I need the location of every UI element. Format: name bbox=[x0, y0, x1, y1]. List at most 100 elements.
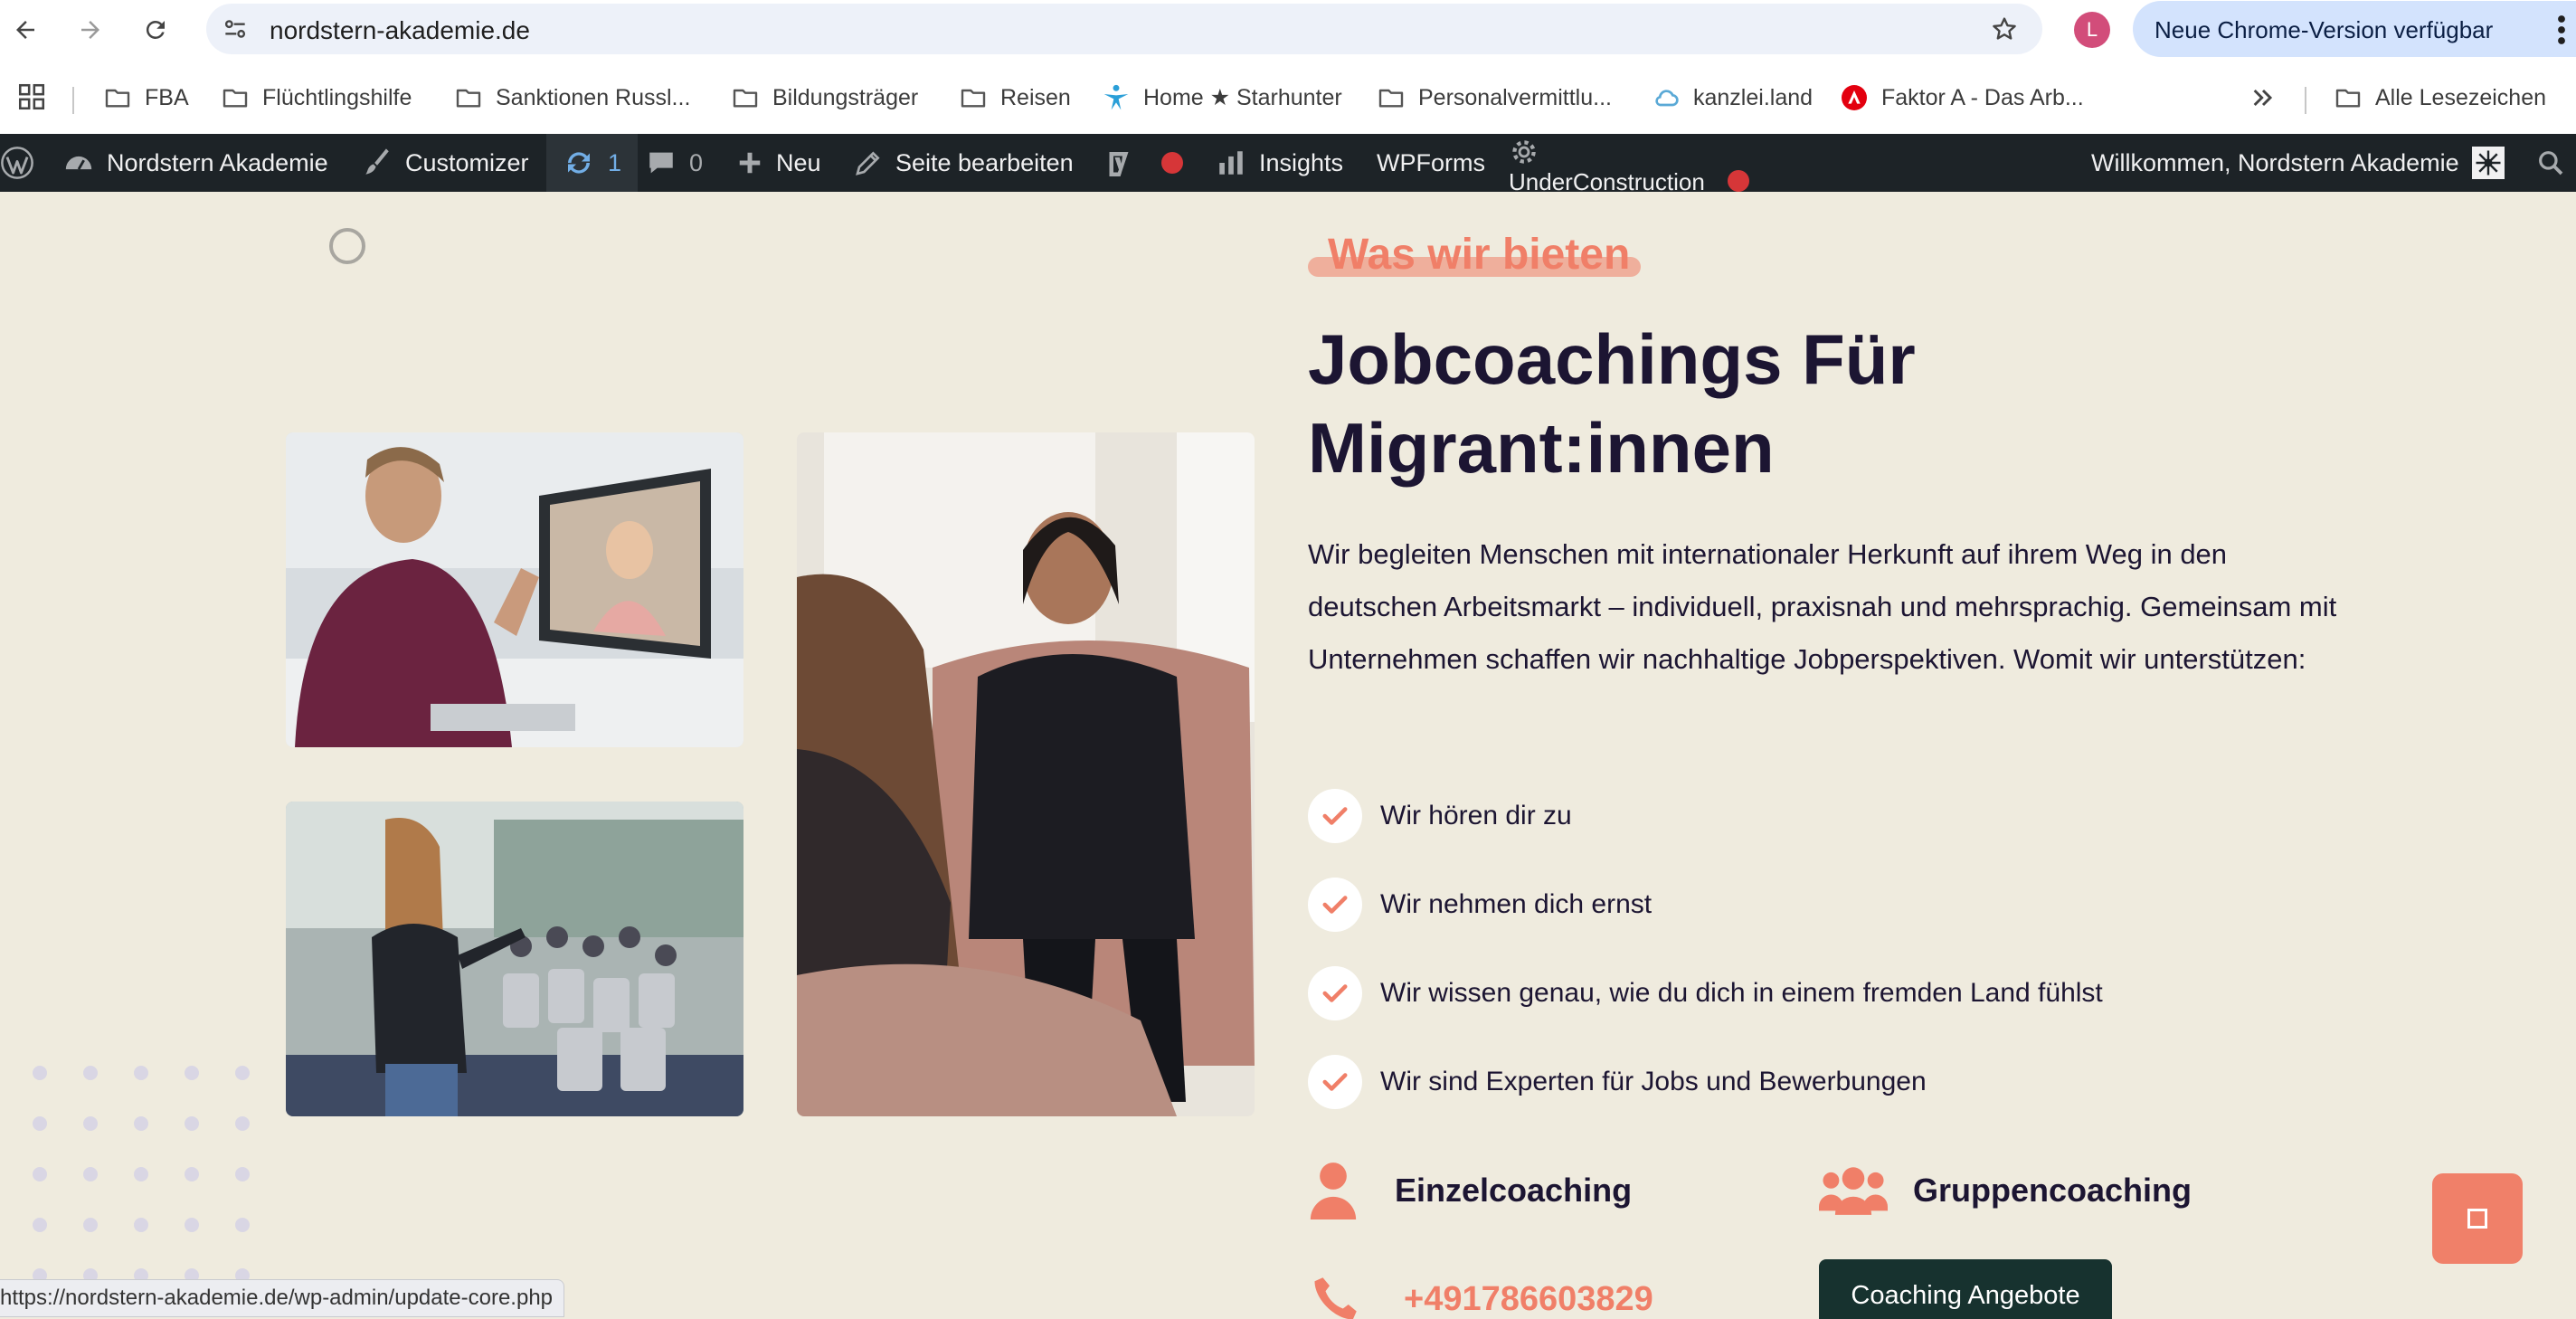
reload-icon bbox=[146, 20, 165, 39]
decorative-dot bbox=[185, 1167, 199, 1181]
decorative-dot bbox=[134, 1218, 148, 1232]
more-bookmarks-button[interactable] bbox=[2249, 80, 2278, 116]
phone-contact[interactable]: +491786603829 bbox=[1308, 1272, 1653, 1319]
starhunter-icon bbox=[1103, 84, 1129, 110]
bookmark-label: Bildungsträger bbox=[772, 84, 919, 110]
bookmark-sanktionen[interactable]: Sanktionen Russl... bbox=[454, 80, 690, 116]
edit-page-label: Seite bearbeiten bbox=[895, 148, 1074, 176]
coaching-angebote-button[interactable]: Coaching Angebote bbox=[1819, 1259, 2112, 1319]
wp-logo-menu[interactable] bbox=[0, 134, 34, 192]
checklist-item: Wir wissen genau, wie du dich in einem f… bbox=[1308, 966, 2103, 1020]
decorative-dot bbox=[235, 1167, 250, 1181]
checkmark-icon bbox=[1322, 807, 1348, 825]
bookmark-label: FBA bbox=[145, 84, 189, 110]
folder-icon bbox=[1378, 89, 1404, 108]
decorative-dot bbox=[83, 1167, 98, 1181]
arrow-left-icon bbox=[16, 21, 34, 39]
address-bar[interactable]: nordstern-akademie.de bbox=[206, 4, 2042, 54]
decorative-dot bbox=[235, 1066, 250, 1080]
photo-conversation bbox=[797, 432, 1255, 1116]
bookmark-fluechtlingshilfe[interactable]: Flüchtlingshilfe bbox=[221, 80, 412, 116]
apps-grid-icon[interactable] bbox=[16, 81, 47, 112]
double-chevron-right-icon bbox=[2253, 89, 2273, 107]
wp-account-menu[interactable]: Willkommen, Nordstern Akademie bbox=[2091, 134, 2505, 192]
check-badge bbox=[1308, 1055, 1362, 1109]
site-settings-icon[interactable] bbox=[221, 14, 250, 43]
cloud-icon bbox=[1655, 90, 1679, 107]
wp-search[interactable] bbox=[2525, 134, 2576, 192]
yoast-seo-menu[interactable] bbox=[1105, 134, 1183, 192]
wp-wpforms[interactable]: WPForms bbox=[1377, 134, 1485, 192]
bookmark-personalvermittlung[interactable]: Personalvermittlu... bbox=[1377, 80, 1612, 116]
folder-icon bbox=[733, 89, 758, 108]
wp-updates[interactable]: 1 bbox=[546, 134, 639, 192]
wp-site-name[interactable]: Nordstern Akademie bbox=[63, 134, 328, 192]
wp-edit-page[interactable]: Seite bearbeiten bbox=[854, 134, 1074, 192]
url-text[interactable]: nordstern-akademie.de bbox=[270, 16, 530, 45]
gear-icon bbox=[1512, 140, 1536, 164]
new-label: Neu bbox=[776, 148, 821, 176]
checkmark-icon bbox=[1322, 984, 1348, 1002]
decorative-dot bbox=[185, 1066, 199, 1080]
bookmark-label: Personalvermittlu... bbox=[1418, 84, 1612, 110]
folder-icon bbox=[223, 89, 248, 108]
bar-chart-icon bbox=[1219, 151, 1243, 175]
decorative-dot bbox=[134, 1167, 148, 1181]
insights-label: Insights bbox=[1259, 148, 1344, 176]
back-button[interactable] bbox=[7, 12, 43, 48]
wp-admin-bar: Nordstern Akademie Customizer 1 0 Neu Se… bbox=[0, 134, 2576, 195]
phone-number[interactable]: +491786603829 bbox=[1404, 1280, 1653, 1319]
all-bookmarks-button[interactable]: Alle Lesezeichen bbox=[2334, 80, 2546, 116]
arbeitsagentur-icon bbox=[1842, 85, 1867, 110]
decorative-dot bbox=[134, 1066, 148, 1080]
floating-action-button[interactable] bbox=[2432, 1173, 2523, 1264]
decorative-dot bbox=[134, 1116, 148, 1131]
user-avatar-icon bbox=[2471, 147, 2505, 179]
search-icon bbox=[2539, 151, 2563, 176]
update-arrows-icon bbox=[568, 152, 590, 174]
update-label: Neue Chrome-Version verfügbar bbox=[2155, 16, 2494, 43]
coaching-einzel: Einzelcoaching bbox=[1308, 1158, 1632, 1223]
bookmark-bildungstraeger[interactable]: Bildungsträger bbox=[731, 80, 918, 116]
bookmark-label: Reisen bbox=[1000, 84, 1071, 110]
wp-new-content[interactable]: Neu bbox=[736, 134, 821, 192]
browser-toolbar: nordstern-akademie.de L Neue Chrome-Vers… bbox=[0, 0, 2576, 60]
yoast-logo-icon bbox=[1109, 152, 1129, 176]
loading-spinner bbox=[329, 228, 365, 264]
decorative-dot bbox=[33, 1066, 47, 1080]
check-badge bbox=[1308, 789, 1362, 843]
decorative-dot bbox=[235, 1218, 250, 1232]
bookmark-kanzlei-land[interactable]: kanzlei.land bbox=[1652, 80, 1813, 116]
under-construction-gear[interactable] bbox=[1509, 134, 1539, 170]
phone-icon bbox=[1314, 1277, 1357, 1319]
seo-status-dot bbox=[1161, 152, 1183, 174]
checklist-text: Wir nehmen dich ernst bbox=[1380, 889, 1653, 919]
coaching-einzel-title: Einzelcoaching bbox=[1395, 1172, 1633, 1209]
bookmark-reisen[interactable]: Reisen bbox=[959, 80, 1071, 116]
chrome-update-button[interactable]: Neue Chrome-Version verfügbar bbox=[2133, 1, 2576, 57]
check-badge bbox=[1308, 878, 1362, 932]
checklist-item: Wir nehmen dich ernst bbox=[1308, 878, 1652, 932]
wpforms-label: WPForms bbox=[1377, 148, 1485, 176]
bookmark-faktor-a[interactable]: Faktor A - Das Arb... bbox=[1840, 80, 2084, 116]
bookmark-star-icon[interactable] bbox=[1990, 14, 2019, 43]
wp-comments[interactable]: 0 bbox=[646, 134, 703, 192]
decorative-dot bbox=[83, 1116, 98, 1131]
decorative-dot bbox=[235, 1116, 250, 1131]
decorative-dot bbox=[33, 1218, 47, 1232]
profile-avatar[interactable]: L bbox=[2074, 12, 2110, 48]
folder-icon bbox=[456, 89, 481, 108]
more-menu-icon[interactable] bbox=[2554, 14, 2569, 46]
bookmark-fba[interactable]: FBA bbox=[103, 80, 189, 116]
site-name-label: Nordstern Akademie bbox=[107, 148, 328, 176]
bookmark-starhunter[interactable]: Home ★ Starhunter bbox=[1102, 80, 1342, 116]
intro-paragraph: Wir begleiten Menschen mit international… bbox=[1308, 538, 2337, 675]
forward-button[interactable] bbox=[72, 12, 109, 48]
reload-button[interactable] bbox=[137, 12, 174, 48]
arrow-right-icon bbox=[81, 21, 99, 39]
wp-customizer[interactable]: Customizer bbox=[362, 134, 529, 192]
wp-insights[interactable]: Insights bbox=[1216, 134, 1343, 192]
checklist-text: Wir wissen genau, wie du dich in einem f… bbox=[1380, 978, 2103, 1008]
paintbrush-icon bbox=[365, 148, 389, 175]
checkmark-icon bbox=[1322, 896, 1348, 914]
